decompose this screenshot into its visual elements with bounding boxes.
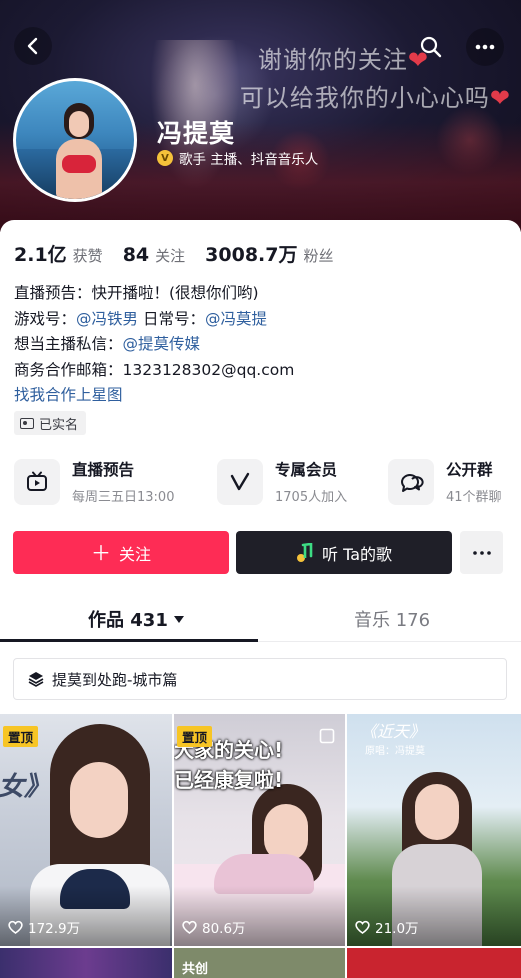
profile-bio: 直播预告：快开播啦！(很想你们哟) 游戏号：@冯铁男 日常号：@冯莫提 想当主播… [14, 281, 294, 409]
tab-music[interactable]: 音乐 176 [354, 606, 430, 632]
video-thumbnail[interactable] [347, 948, 521, 978]
live-preview-entry[interactable]: 直播预告 每周三五日13:00 [14, 458, 174, 505]
search-icon [420, 36, 442, 58]
bio-line-accounts: 游戏号：@冯铁男 日常号：@冯莫提 [14, 309, 267, 328]
back-button[interactable] [14, 27, 52, 65]
profile-stats: 2.1亿 获赞 84 关注 3008.7万 粉丝 [14, 240, 334, 267]
bio-line-live: 直播预告：快开播啦！(很想你们哟) [14, 284, 259, 302]
profile-name: 冯提莫 [157, 119, 236, 148]
pinned-badge: 置顶 [3, 726, 39, 747]
video-likes: 21.0万 [355, 917, 419, 937]
co-creation-tag: 共创 [182, 962, 209, 977]
collection-entry[interactable]: 提莫到处跑-城市篇 [13, 658, 507, 700]
agency-link[interactable]: @提莫传媒 [123, 335, 201, 353]
real-name-badge: 已实名 [14, 411, 87, 435]
chat-icon [401, 473, 424, 492]
search-button[interactable] [412, 28, 450, 66]
video-grid-row-2: 共创 [0, 948, 521, 978]
more-options-button[interactable] [466, 28, 504, 66]
video-thumbnail[interactable] [0, 948, 172, 978]
star-map-link[interactable]: 找我合作上星图 [14, 383, 294, 409]
following-stat[interactable]: 84 关注 [123, 244, 185, 266]
video-thumbnail[interactable]: 《近天》 原唱：冯提莫 21.0万 [347, 714, 521, 946]
heart-outline-icon [355, 920, 370, 934]
video-thumbnail[interactable]: 大家的关心! 已经康复啦! 置顶 80.6万 [174, 714, 345, 946]
banner-caption-1: 谢谢你的关注❤ [257, 46, 429, 74]
id-card-icon [20, 417, 34, 429]
music-note-icon [296, 542, 313, 562]
profile-page: 谢谢你的关注❤ 可以给我你的小心心吗❤ 冯提莫 V 歌手 主播、抖音音乐人 2.… [0, 0, 521, 978]
verified-badge-icon: V [157, 150, 173, 166]
feature-entries: 直播预告 每周三五日13:00 专属会员 1705人加入 公开群 41个群聊 [0, 458, 521, 510]
layers-icon [28, 672, 44, 687]
follow-button[interactable]: ＋ 关注 [13, 531, 229, 574]
chevron-left-icon [27, 37, 38, 55]
active-tab-indicator [0, 639, 258, 642]
video-thumbnail[interactable]: 女》 置顶 172.9万 [0, 714, 172, 946]
more-dots-icon [475, 44, 495, 50]
daily-account-link[interactable]: @冯莫提 [205, 310, 267, 328]
public-group-entry[interactable]: 公开群 41个群聊 [388, 458, 502, 505]
plus-icon: ＋ [90, 540, 111, 565]
banner-caption-2: 可以给我你的小心心吗❤ [239, 84, 511, 112]
multi-photo-icon [319, 728, 335, 744]
more-dots-icon [472, 550, 491, 555]
content-tabs: 作品 431 音乐 176 [0, 596, 521, 642]
verification-text: 歌手 主播、抖音音乐人 [179, 152, 319, 168]
avatar[interactable] [13, 78, 137, 202]
followers-stat[interactable]: 3008.7万 粉丝 [205, 240, 333, 267]
tv-icon [27, 471, 47, 491]
heart-outline-icon [182, 920, 197, 934]
bio-line-email: 商务合作邮箱：1323128302@qq.com [14, 360, 295, 379]
action-buttons: ＋ 关注 听 Ta的歌 [0, 531, 521, 574]
heart-outline-icon [8, 920, 23, 934]
membership-entry[interactable]: 专属会员 1705人加入 [217, 458, 347, 505]
v-icon [230, 472, 250, 490]
video-thumbnail[interactable]: 共创 [174, 948, 345, 978]
video-likes: 80.6万 [182, 917, 246, 937]
video-likes: 172.9万 [8, 917, 80, 937]
caret-down-icon [173, 615, 184, 623]
listen-songs-button[interactable]: 听 Ta的歌 [236, 531, 452, 574]
tab-works[interactable]: 作品 431 [88, 606, 184, 632]
likes-stat[interactable]: 2.1亿 获赞 [14, 240, 103, 267]
more-actions-button[interactable] [460, 531, 503, 574]
game-account-link[interactable]: @冯铁男 [76, 310, 138, 328]
pinned-badge: 置顶 [177, 726, 213, 747]
bio-line-agency: 想当主播私信：@提莫传媒 [14, 335, 201, 353]
verification-row[interactable]: V 歌手 主播、抖音音乐人 [157, 148, 318, 168]
